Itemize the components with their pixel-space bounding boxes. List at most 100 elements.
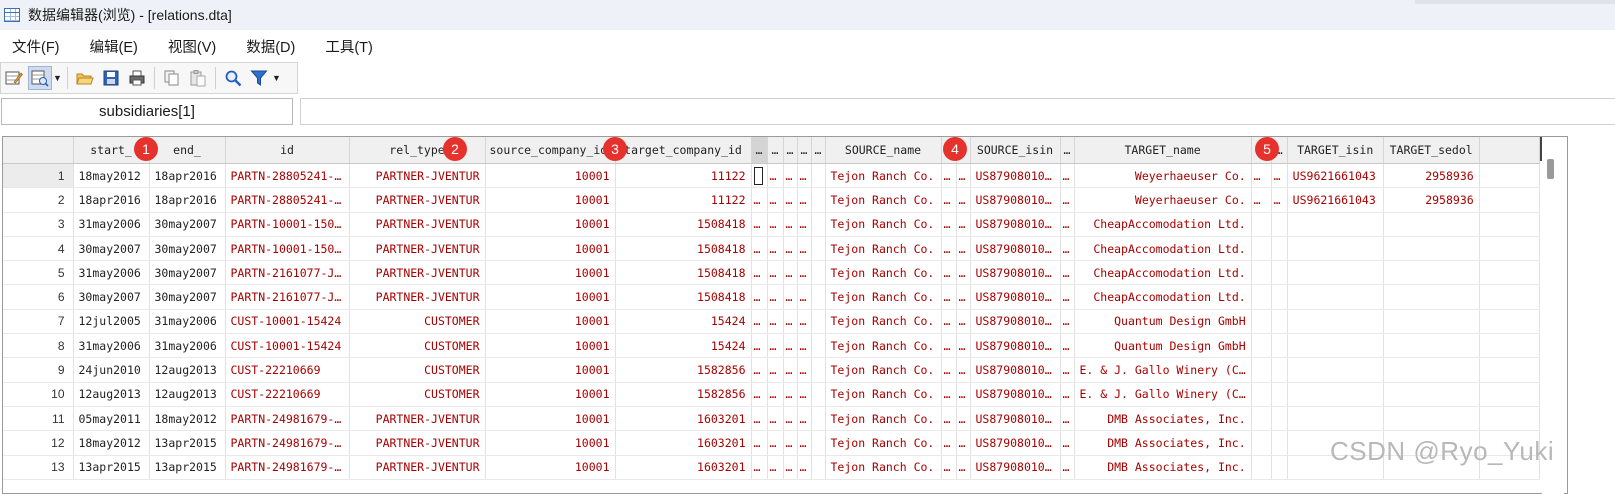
cell-start[interactable]: 31may2006	[73, 260, 150, 286]
cell-target-company-id[interactable]: 15424	[615, 333, 752, 359]
cell-rel-type[interactable]: CUSTOMER	[349, 382, 486, 407]
row-number[interactable]: 8	[3, 333, 74, 359]
cell-target-company-id[interactable]: 1603201	[615, 455, 752, 480]
cell-hidden[interactable]: …	[956, 260, 971, 286]
cell-target-company-id[interactable]: 1582856	[615, 382, 752, 407]
cell-hidden[interactable]	[811, 406, 826, 432]
cell-target-sedol[interactable]	[1383, 236, 1480, 262]
cell-source-name[interactable]: Tejon Ranch Co.	[825, 187, 942, 213]
cell-hidden[interactable]: …	[1060, 430, 1075, 456]
cell-hidden[interactable]: …	[1271, 163, 1288, 189]
cell-end[interactable]: 18apr2016	[149, 187, 226, 213]
cell-target-name[interactable]: E. & J. Gallo Winery (C…	[1074, 357, 1252, 383]
cell-source-company-id[interactable]: 10001	[485, 309, 616, 335]
cell-rel-type[interactable]: PARTNER-JVENTUR	[349, 163, 486, 189]
col-header-target-sedol[interactable]: TARGET_sedol	[1383, 137, 1480, 164]
cell-rel-type[interactable]: PARTNER-JVENTUR	[349, 212, 486, 237]
cell-start[interactable]: 31may2006	[73, 333, 150, 359]
cell-source-name[interactable]: Tejon Ranch Co.	[825, 260, 942, 286]
cell-hidden[interactable]	[1251, 430, 1272, 456]
cell-hidden[interactable]: …	[783, 357, 798, 383]
cell-end[interactable]: 18apr2016	[149, 163, 226, 189]
cell-id[interactable]: CUST-22210669	[225, 357, 350, 383]
cell-hidden[interactable]: …	[1060, 455, 1075, 480]
cell-end[interactable]: 13apr2015	[149, 430, 226, 456]
variable-name-box[interactable]: subsidiaries[1]	[1, 98, 293, 125]
cell-target-company-id[interactable]: 1603201	[615, 430, 752, 456]
col-header-source-company-id[interactable]: source_company_id	[485, 137, 616, 164]
cell-hidden[interactable]: …	[941, 163, 957, 189]
cell-target-company-id[interactable]: 11122	[615, 163, 752, 189]
cell-source-name[interactable]: Tejon Ranch Co.	[825, 212, 942, 237]
cell-rel-type[interactable]: CUSTOMER	[349, 309, 486, 335]
cell-id[interactable]: PARTN-24981679-…	[225, 406, 350, 432]
row-number[interactable]: 7	[3, 309, 74, 335]
cell-end[interactable]: 18may2012	[149, 406, 226, 432]
cell-source-isin[interactable]: US87908010…	[970, 212, 1061, 237]
cell-id[interactable]: PARTN-28805241-…	[225, 163, 350, 189]
cell-hidden[interactable]: …	[783, 163, 798, 189]
cell-hidden[interactable]: …	[1271, 187, 1288, 213]
cell-source-isin[interactable]: US87908010…	[970, 309, 1061, 335]
cell-source-isin[interactable]: US87908010…	[970, 406, 1061, 432]
row-number[interactable]: 5	[3, 260, 74, 286]
cell-id[interactable]: PARTN-28805241-…	[225, 187, 350, 213]
col-header-source-name[interactable]: SOURCE_name	[825, 137, 942, 164]
cell-target-name[interactable]: CheapAccomodation Ltd.	[1074, 212, 1252, 237]
cell-hidden[interactable]: …	[941, 260, 957, 286]
cell-hidden[interactable]: …	[1060, 406, 1075, 432]
cell-target-company-id[interactable]: 1508418	[615, 284, 752, 310]
cell-target-sedol[interactable]	[1383, 406, 1480, 432]
cell-hidden[interactable]	[1271, 430, 1288, 456]
cell-id[interactable]: CUST-22210669	[225, 382, 350, 407]
cell-hidden[interactable]: …	[783, 430, 798, 456]
row-number[interactable]: 13	[3, 455, 74, 480]
cell-source-name[interactable]: Tejon Ranch Co.	[825, 309, 942, 335]
cell-target-isin[interactable]: US9621661043	[1287, 163, 1384, 189]
cell-hidden[interactable]: …	[751, 187, 768, 213]
cell-hidden[interactable]: …	[751, 284, 768, 310]
cell-target-name[interactable]: CheapAccomodation Ltd.	[1074, 236, 1252, 262]
cell-end[interactable]: 30may2007	[149, 212, 226, 237]
cell-start[interactable]: 18apr2016	[73, 187, 150, 213]
cell-target-sedol[interactable]	[1383, 260, 1480, 286]
cell-hidden[interactable]	[1271, 455, 1288, 480]
cell-source-company-id[interactable]: 10001	[485, 187, 616, 213]
cell-hidden[interactable]	[751, 163, 768, 189]
cell-hidden[interactable]	[811, 212, 826, 237]
cell-target-sedol[interactable]	[1383, 333, 1480, 359]
cell-hidden[interactable]	[1271, 236, 1288, 262]
cell-source-name[interactable]: Tejon Ranch Co.	[825, 333, 942, 359]
cell-target-company-id[interactable]: 11122	[615, 187, 752, 213]
cell-hidden[interactable]: …	[941, 406, 957, 432]
cell-hidden[interactable]	[1251, 309, 1272, 335]
cell-source-company-id[interactable]: 10001	[485, 260, 616, 286]
save-icon[interactable]	[99, 66, 123, 90]
cell-hidden[interactable]: …	[783, 187, 798, 213]
cell-hidden[interactable]	[811, 260, 826, 286]
col-header-target-company-id[interactable]: target_company_id	[615, 137, 752, 164]
cell-hidden[interactable]: …	[797, 430, 812, 456]
cell-target-name[interactable]: DMB Associates, Inc.	[1074, 406, 1252, 432]
cell-hidden[interactable]	[811, 163, 826, 189]
cell-rel-type[interactable]: CUSTOMER	[349, 333, 486, 359]
cell-hidden[interactable]: …	[783, 406, 798, 432]
cell-id[interactable]: PARTN-2161077-J…	[225, 284, 350, 310]
row-number[interactable]: 1	[3, 163, 74, 189]
cell-target-name[interactable]: E. & J. Gallo Winery (C…	[1074, 382, 1252, 407]
cell-source-company-id[interactable]: 10001	[485, 284, 616, 310]
cell-hidden[interactable]	[811, 284, 826, 310]
cell-hidden[interactable]	[811, 430, 826, 456]
cell-hidden[interactable]: …	[767, 406, 784, 432]
cell-hidden[interactable]	[811, 309, 826, 335]
cell-hidden[interactable]	[1251, 357, 1272, 383]
cell-hidden[interactable]: …	[956, 455, 971, 480]
cell-hidden[interactable]: …	[941, 333, 957, 359]
cell-hidden[interactable]: …	[751, 430, 768, 456]
cell-hidden[interactable]: …	[783, 212, 798, 237]
cell-hidden[interactable]: …	[797, 163, 812, 189]
col-header-source-isin[interactable]: SOURCE_isin	[970, 137, 1061, 164]
cell-hidden[interactable]: …	[956, 309, 971, 335]
cell-target-company-id[interactable]: 1508418	[615, 212, 752, 237]
cell-target-name[interactable]: CheapAccomodation Ltd.	[1074, 284, 1252, 310]
